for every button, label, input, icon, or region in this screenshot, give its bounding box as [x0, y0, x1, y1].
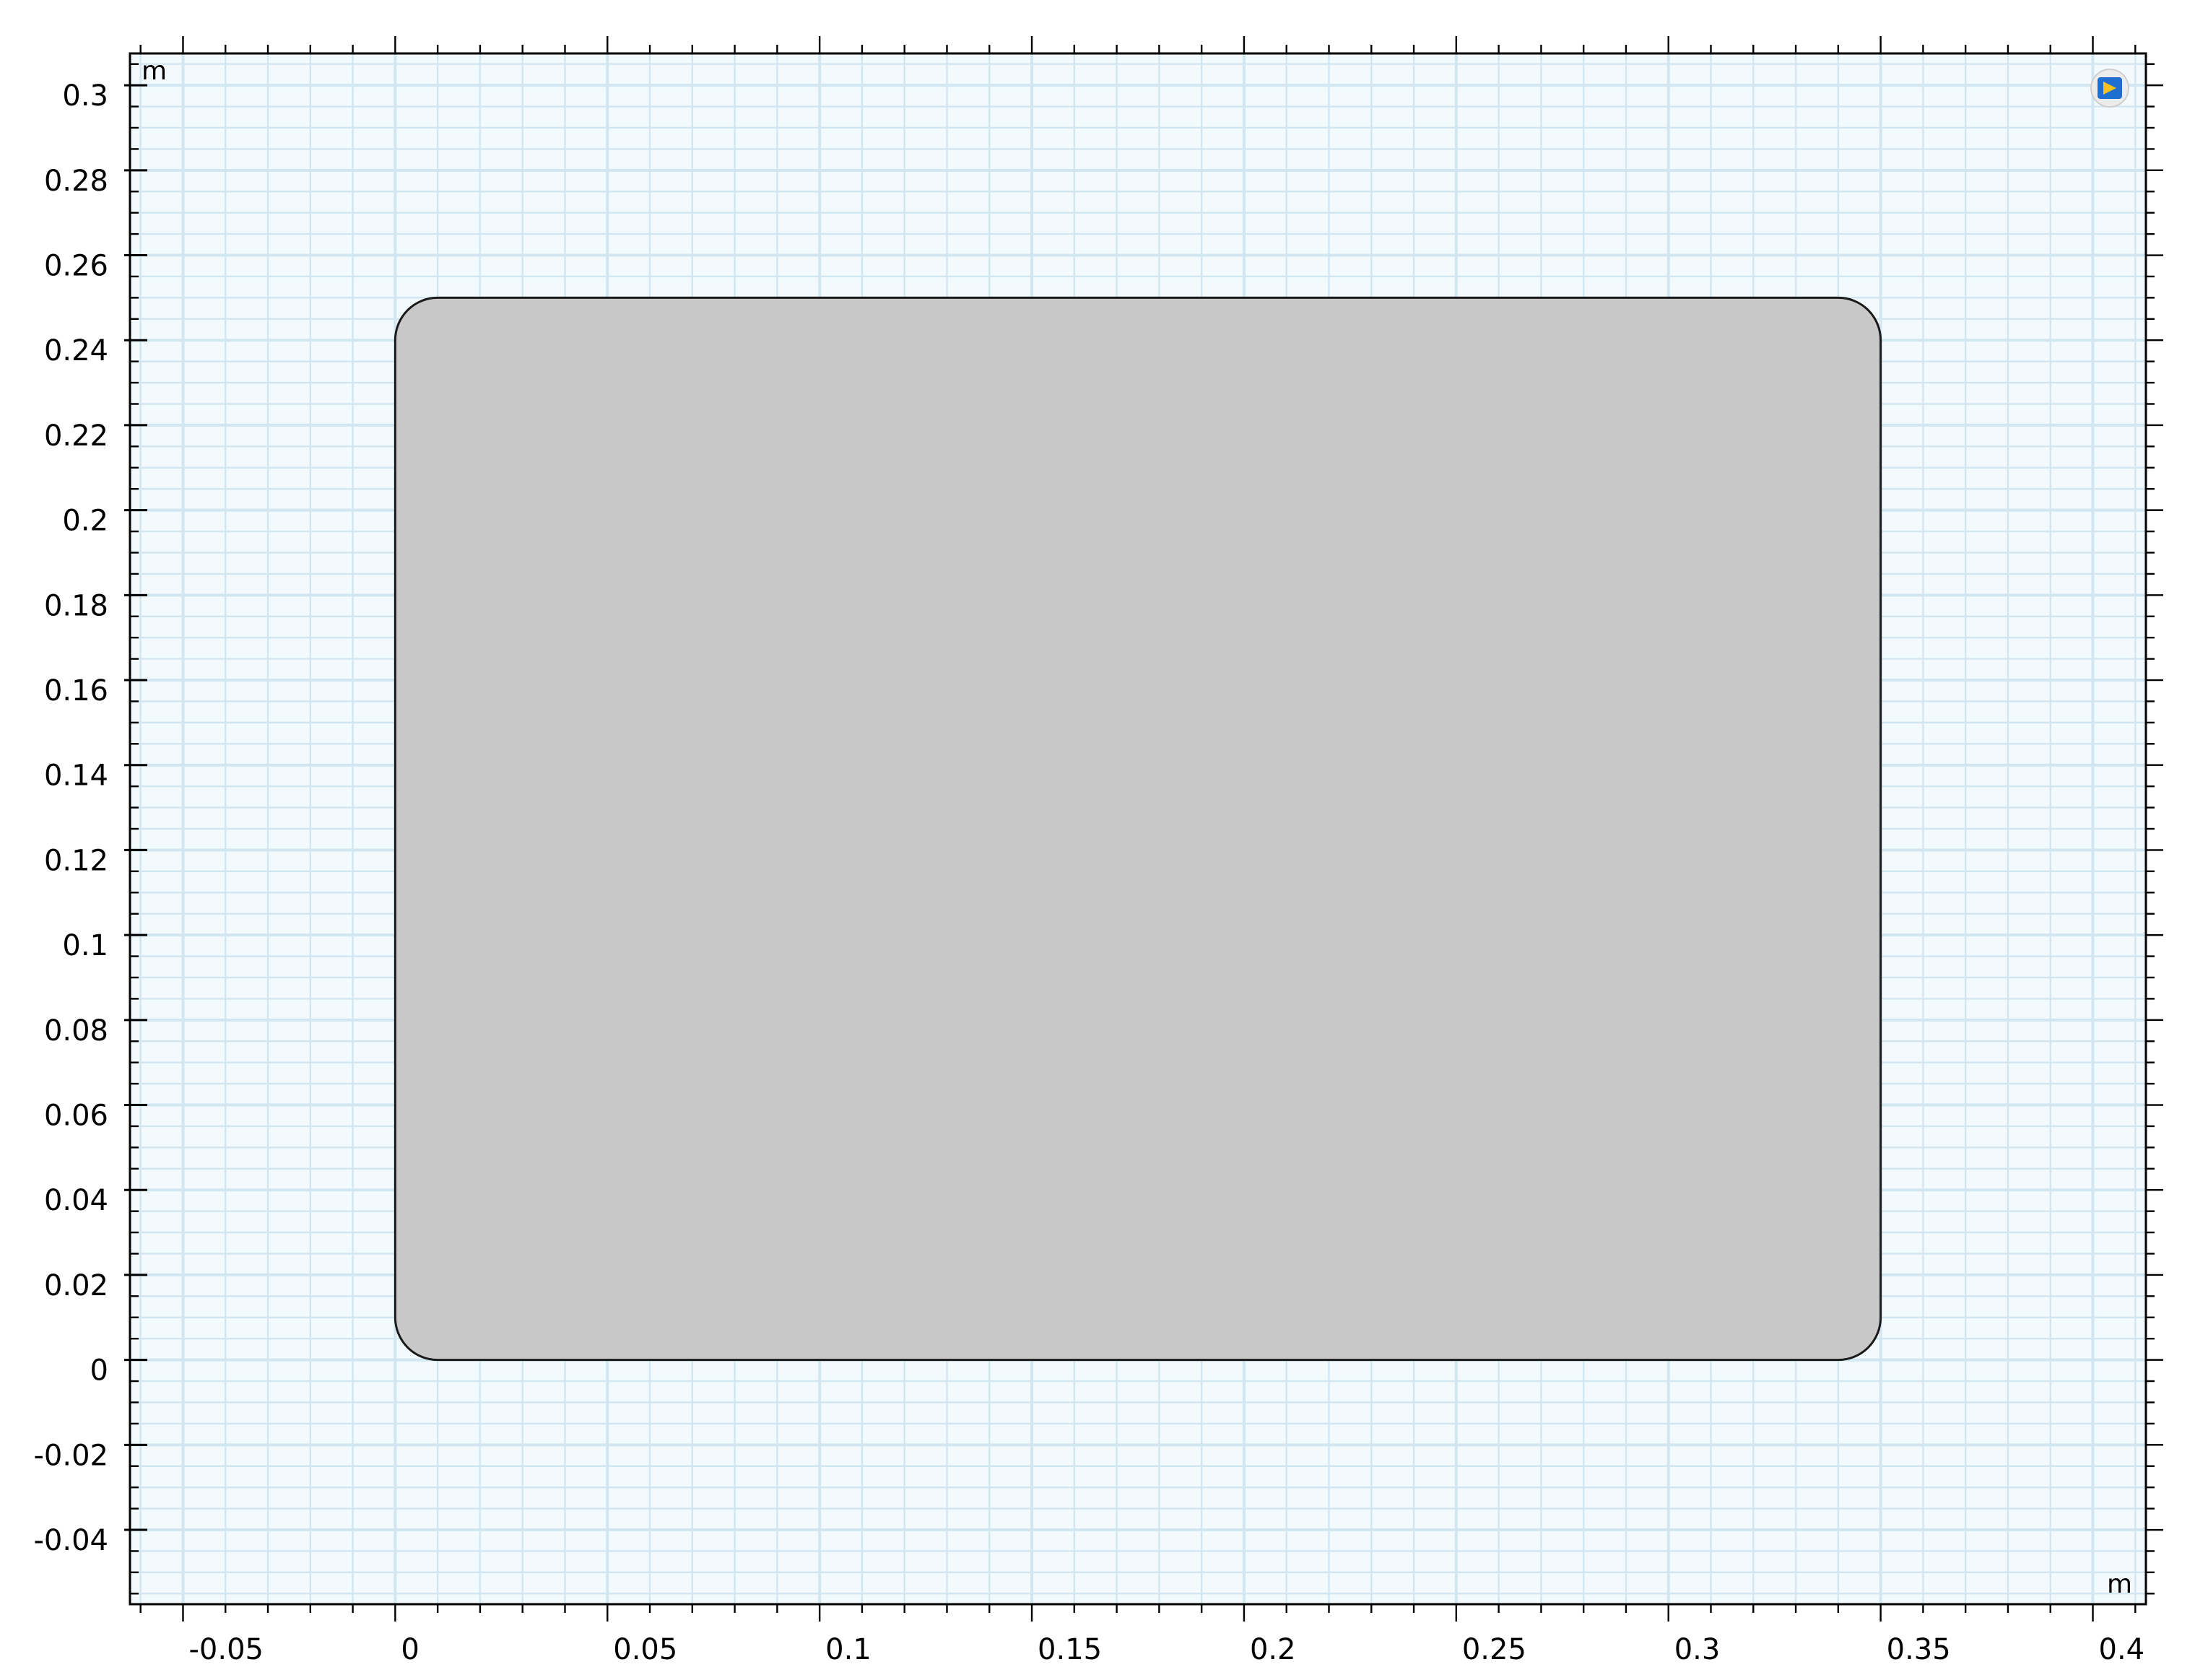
- y-tick-label: -0.02: [34, 1439, 109, 1472]
- x-tick-label: -0.05: [188, 1633, 264, 1666]
- y-tick-label: 0.22: [44, 419, 108, 453]
- y-tick-label: 0.3: [62, 79, 108, 113]
- y-axis-unit-label: m: [142, 56, 167, 86]
- x-tick-label: 0: [401, 1633, 419, 1666]
- graphics-canvas[interactable]: -0.05 0 0.05 0.1 0.15 0.2 0.25 0.3 0.35 0.4 0.3 0.…: [0, 0, 2195, 1676]
- y-tick-label: 0.06: [44, 1100, 108, 1133]
- y-tick-label: 0.08: [44, 1014, 108, 1048]
- geometry-rounded-rectangle[interactable]: [394, 296, 1882, 1362]
- y-tick-label: 0.12: [44, 844, 108, 877]
- x-tick-label: 0.4: [2099, 1633, 2145, 1666]
- y-tick-label: 0.28: [44, 165, 108, 198]
- y-tick-label: 0: [90, 1354, 108, 1388]
- graphics-window[interactable]: -0.05 0 0.05 0.1 0.15 0.2 0.25 0.3 0.35 0.4 0.3 0.…: [0, 0, 2195, 1676]
- y-tick-label: 0.2: [62, 505, 108, 538]
- y-tick-label: 0.26: [44, 250, 108, 283]
- y-tick-label: 0.04: [44, 1184, 108, 1217]
- x-tick-label: 0.25: [1462, 1633, 1526, 1666]
- y-tick-label: 0.02: [44, 1269, 108, 1302]
- x-tick-label: 0.3: [1674, 1633, 1721, 1666]
- y-tick-label: 0.16: [44, 674, 108, 708]
- y-tick-label: 0.24: [44, 334, 108, 367]
- y-tick-label: 0.14: [44, 760, 108, 793]
- x-tick-label: 0.15: [1038, 1633, 1102, 1666]
- x-axis-unit-label: m: [2107, 1570, 2132, 1599]
- axis-orientation-icon[interactable]: [2090, 69, 2129, 108]
- x-tick-label: 0.1: [825, 1633, 872, 1666]
- x-tick-label: 0.2: [1250, 1633, 1296, 1666]
- x-tick-label: 0.35: [1887, 1633, 1951, 1666]
- y-tick-label: 0.18: [44, 589, 108, 622]
- x-tick-label: 0.05: [613, 1633, 677, 1666]
- y-tick-label: 0.1: [62, 929, 108, 962]
- y-tick-label: -0.04: [34, 1524, 109, 1557]
